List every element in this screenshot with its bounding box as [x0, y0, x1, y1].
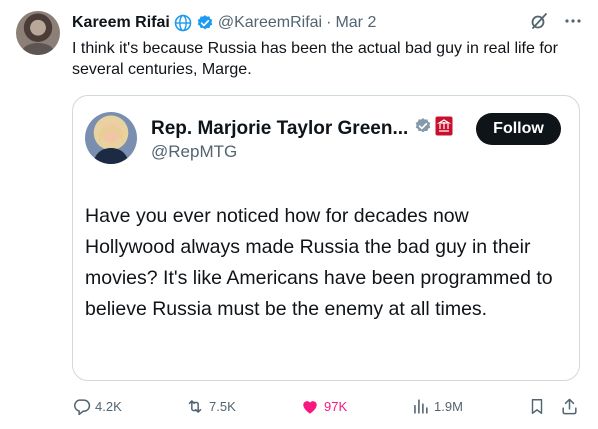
views-count: 1.9M	[434, 398, 463, 414]
more-icon[interactable]	[564, 12, 582, 35]
repost-count: 7.5K	[209, 398, 236, 414]
reply-count: 4.2K	[95, 398, 122, 414]
quoted-author-handle[interactable]: @RepMTG	[151, 142, 237, 162]
header-separator: ·	[326, 14, 332, 31]
quoted-post[interactable]: Rep. Marjorie Taylor Green... @RepMTG Fo…	[72, 95, 580, 381]
congress-seal-icon	[435, 116, 453, 141]
reply-button[interactable]: 4.2K	[72, 395, 122, 417]
verified-badge-icon	[196, 14, 214, 32]
author-name[interactable]: Kareem Rifai	[72, 14, 170, 32]
share-button[interactable]	[560, 395, 579, 417]
quoted-author-avatar[interactable]	[85, 112, 137, 164]
like-count: 97K	[324, 398, 348, 414]
author-handle[interactable]: @KareemRifai	[218, 14, 322, 32]
reply-icon	[72, 397, 91, 416]
tweet-date[interactable]: Mar 2	[335, 14, 376, 32]
repost-icon	[185, 397, 205, 416]
quoted-post-text: Have you ever noticed how for decades no…	[85, 205, 553, 320]
author-avatar[interactable]	[16, 11, 60, 55]
tweet-text: I think it's because Russia has been the…	[72, 40, 559, 78]
heart-icon	[300, 397, 320, 416]
views-icon	[411, 397, 430, 416]
follow-button[interactable]: Follow	[476, 113, 561, 145]
quoted-author-name[interactable]: Rep. Marjorie Taylor Green...	[151, 118, 408, 140]
gray-verified-badge-icon	[414, 117, 432, 140]
action-bar: 4.2K 7.5K 97K 1.9M	[72, 395, 582, 417]
views-button[interactable]: 1.9M	[411, 395, 463, 417]
tweet-header: Kareem Rifai @KareemRifai · Mar 2	[72, 12, 582, 34]
globe-icon	[174, 14, 192, 32]
share-icon	[560, 397, 579, 416]
repost-button[interactable]: 7.5K	[185, 395, 236, 417]
grok-icon[interactable]	[530, 12, 548, 35]
bookmark-button[interactable]	[528, 395, 546, 417]
like-button[interactable]: 97K	[300, 395, 347, 417]
bookmark-icon	[528, 397, 546, 416]
